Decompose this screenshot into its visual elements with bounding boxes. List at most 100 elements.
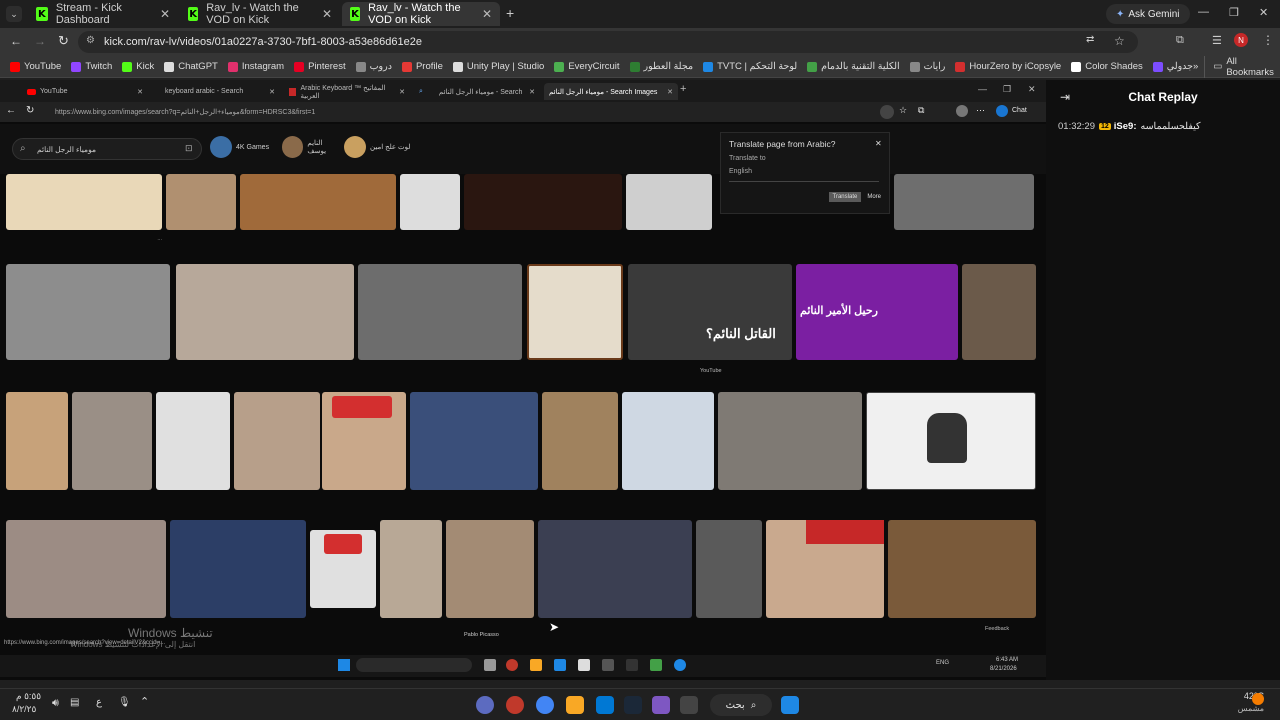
back-icon[interactable]: ← [10,34,22,48]
tab-kick-dashboard[interactable]: K Stream - Kick Dashboard ✕ [28,2,178,26]
tab-vod-active[interactable]: K Rav_lv - Watch the VOD on Kick ✕ [342,2,500,26]
bookmark-item[interactable]: جدولي [1152,61,1193,72]
app-icon[interactable] [506,659,518,671]
close-icon[interactable]: ✕ [875,139,882,148]
more-button[interactable]: More [867,194,881,200]
site-info-icon[interactable]: ⚙ [86,35,95,46]
microphone-icon[interactable]: 🎙︎ [118,697,131,708]
app-icon[interactable] [652,696,670,714]
image-result[interactable] [6,520,166,618]
bookmark-item[interactable]: Unity Play | Studio [452,61,544,72]
image-result[interactable] [696,520,762,618]
inner-tab-sleeping-search[interactable]: ⌕ مومياء الرجل النائم - Search ✕ [414,83,540,100]
close-tab-icon[interactable]: ✕ [322,7,332,21]
windows-start-icon[interactable] [338,659,350,671]
image-result[interactable]: رحيل الأمير النائم [796,264,958,360]
app-icon[interactable] [578,659,590,671]
image-result[interactable] [718,392,862,490]
profile-avatar[interactable]: N [1234,33,1248,47]
close-tab-icon[interactable]: ✕ [269,88,275,96]
reload-icon[interactable]: ↻ [58,33,69,49]
os-date[interactable]: ٨/٢/٢٥ [12,704,36,715]
bookmark-item[interactable]: دروب [355,61,392,72]
related-chip-3[interactable]: لوت علج امين [344,132,414,162]
language-select[interactable]: English [729,168,879,182]
bookmark-item[interactable]: YouTube [10,61,61,72]
image-result[interactable] [322,392,406,490]
image-result[interactable] [310,530,376,608]
feedback-link[interactable]: Feedback [985,626,1031,632]
extensions-icon[interactable]: ⧉ [918,105,924,116]
image-result[interactable] [622,392,714,490]
image-result[interactable] [6,174,162,230]
image-result[interactable]: القاتل النائم؟ [628,264,792,360]
bookmark-item[interactable]: Twitch [71,61,112,72]
steam-icon[interactable] [624,696,642,714]
close-window-icon[interactable]: ✕ [1259,6,1268,19]
close-tab-icon[interactable]: ✕ [482,7,492,21]
new-tab-button[interactable]: + [506,5,514,21]
inner-lang[interactable]: ENG [936,660,949,666]
bookmark-item[interactable]: Profile [401,61,443,72]
store-icon[interactable] [596,696,614,714]
bookmark-item[interactable]: الكلية التقنية بالدمام [807,61,900,72]
bookmark-item[interactable]: HourZero by iCopsyle [955,61,1061,72]
bookmark-item[interactable]: Color Shades [1071,61,1143,72]
ask-gemini-button[interactable]: ✦ Ask Gemini [1106,4,1190,24]
bookmark-item[interactable]: Instagram [227,61,284,72]
tab-vod-1[interactable]: K Rav_lv - Watch the VOD on Kick ✕ [180,2,340,26]
close-tab-icon[interactable]: ✕ [399,88,405,96]
profile-avatar[interactable] [956,105,968,117]
image-result[interactable] [6,392,68,490]
image-result[interactable] [380,520,442,618]
app-icon[interactable] [506,696,524,714]
app-icon[interactable] [602,659,614,671]
image-result[interactable] [166,174,236,230]
input-lang[interactable]: ع [96,697,102,708]
translate-icon[interactable] [880,105,894,119]
edge-icon[interactable] [674,659,686,671]
image-result[interactable] [866,392,1036,490]
os-clock[interactable]: ٥:٥٥ م [16,691,41,702]
back-icon[interactable]: ← [6,105,16,116]
menu-icon[interactable]: ⋮ [1262,33,1274,47]
minimize-icon[interactable]: — [978,84,987,94]
bookmark-overflow-icon[interactable]: » [1193,61,1198,72]
image-result[interactable] [626,174,712,230]
image-result[interactable] [542,392,618,490]
bookmark-item[interactable]: مجلة العطور [629,61,693,72]
image-result[interactable] [888,520,1036,618]
bookmark-item[interactable]: ChatGPT [164,61,218,72]
xbox-icon[interactable] [650,659,662,671]
volume-icon[interactable]: 🔊︎ [52,697,59,710]
inner-search-box[interactable] [356,658,472,672]
related-chip-2[interactable]: النايم يوسف [282,132,342,162]
close-tab-icon[interactable]: ✕ [160,7,170,21]
task-view-icon[interactable] [680,696,698,714]
forward-icon[interactable]: → [34,34,46,48]
task-view-icon[interactable] [484,659,496,671]
reload-icon[interactable]: ↻ [26,105,34,116]
reading-list-icon[interactable]: ☰ [1212,34,1222,47]
bing-search-input[interactable]: ⌕ مومياء الرجل النائم ⊡ [12,138,202,160]
file-explorer-icon[interactable] [530,659,542,671]
copilot-label[interactable]: Chat [1012,107,1027,114]
image-result[interactable] [240,174,396,230]
app-icon[interactable] [554,659,566,671]
visual-search-icon[interactable]: ⊡ [185,143,193,154]
translate-icon[interactable]: ⇄ [1086,34,1094,45]
menu-icon[interactable]: ⋯ [976,105,985,116]
chat-username[interactable]: iSe9: [1114,121,1137,132]
bookmark-item[interactable]: Kick [122,61,154,72]
image-result[interactable] [962,264,1036,360]
all-bookmarks-button[interactable]: ▭ All Bookmarks [1204,55,1274,78]
image-result[interactable] [527,264,623,360]
inner-url-field[interactable]: https://www.bing.com/images/search?q=موم… [55,105,885,119]
image-result[interactable] [72,392,152,490]
bookmark-star-icon[interactable]: ☆ [899,105,907,116]
image-result[interactable] [234,392,320,490]
bookmark-star-icon[interactable]: ☆ [1114,34,1125,48]
tab-search-icon[interactable]: ⌄ [6,6,22,22]
windows-start-icon[interactable] [781,696,799,714]
image-result[interactable] [156,392,230,490]
